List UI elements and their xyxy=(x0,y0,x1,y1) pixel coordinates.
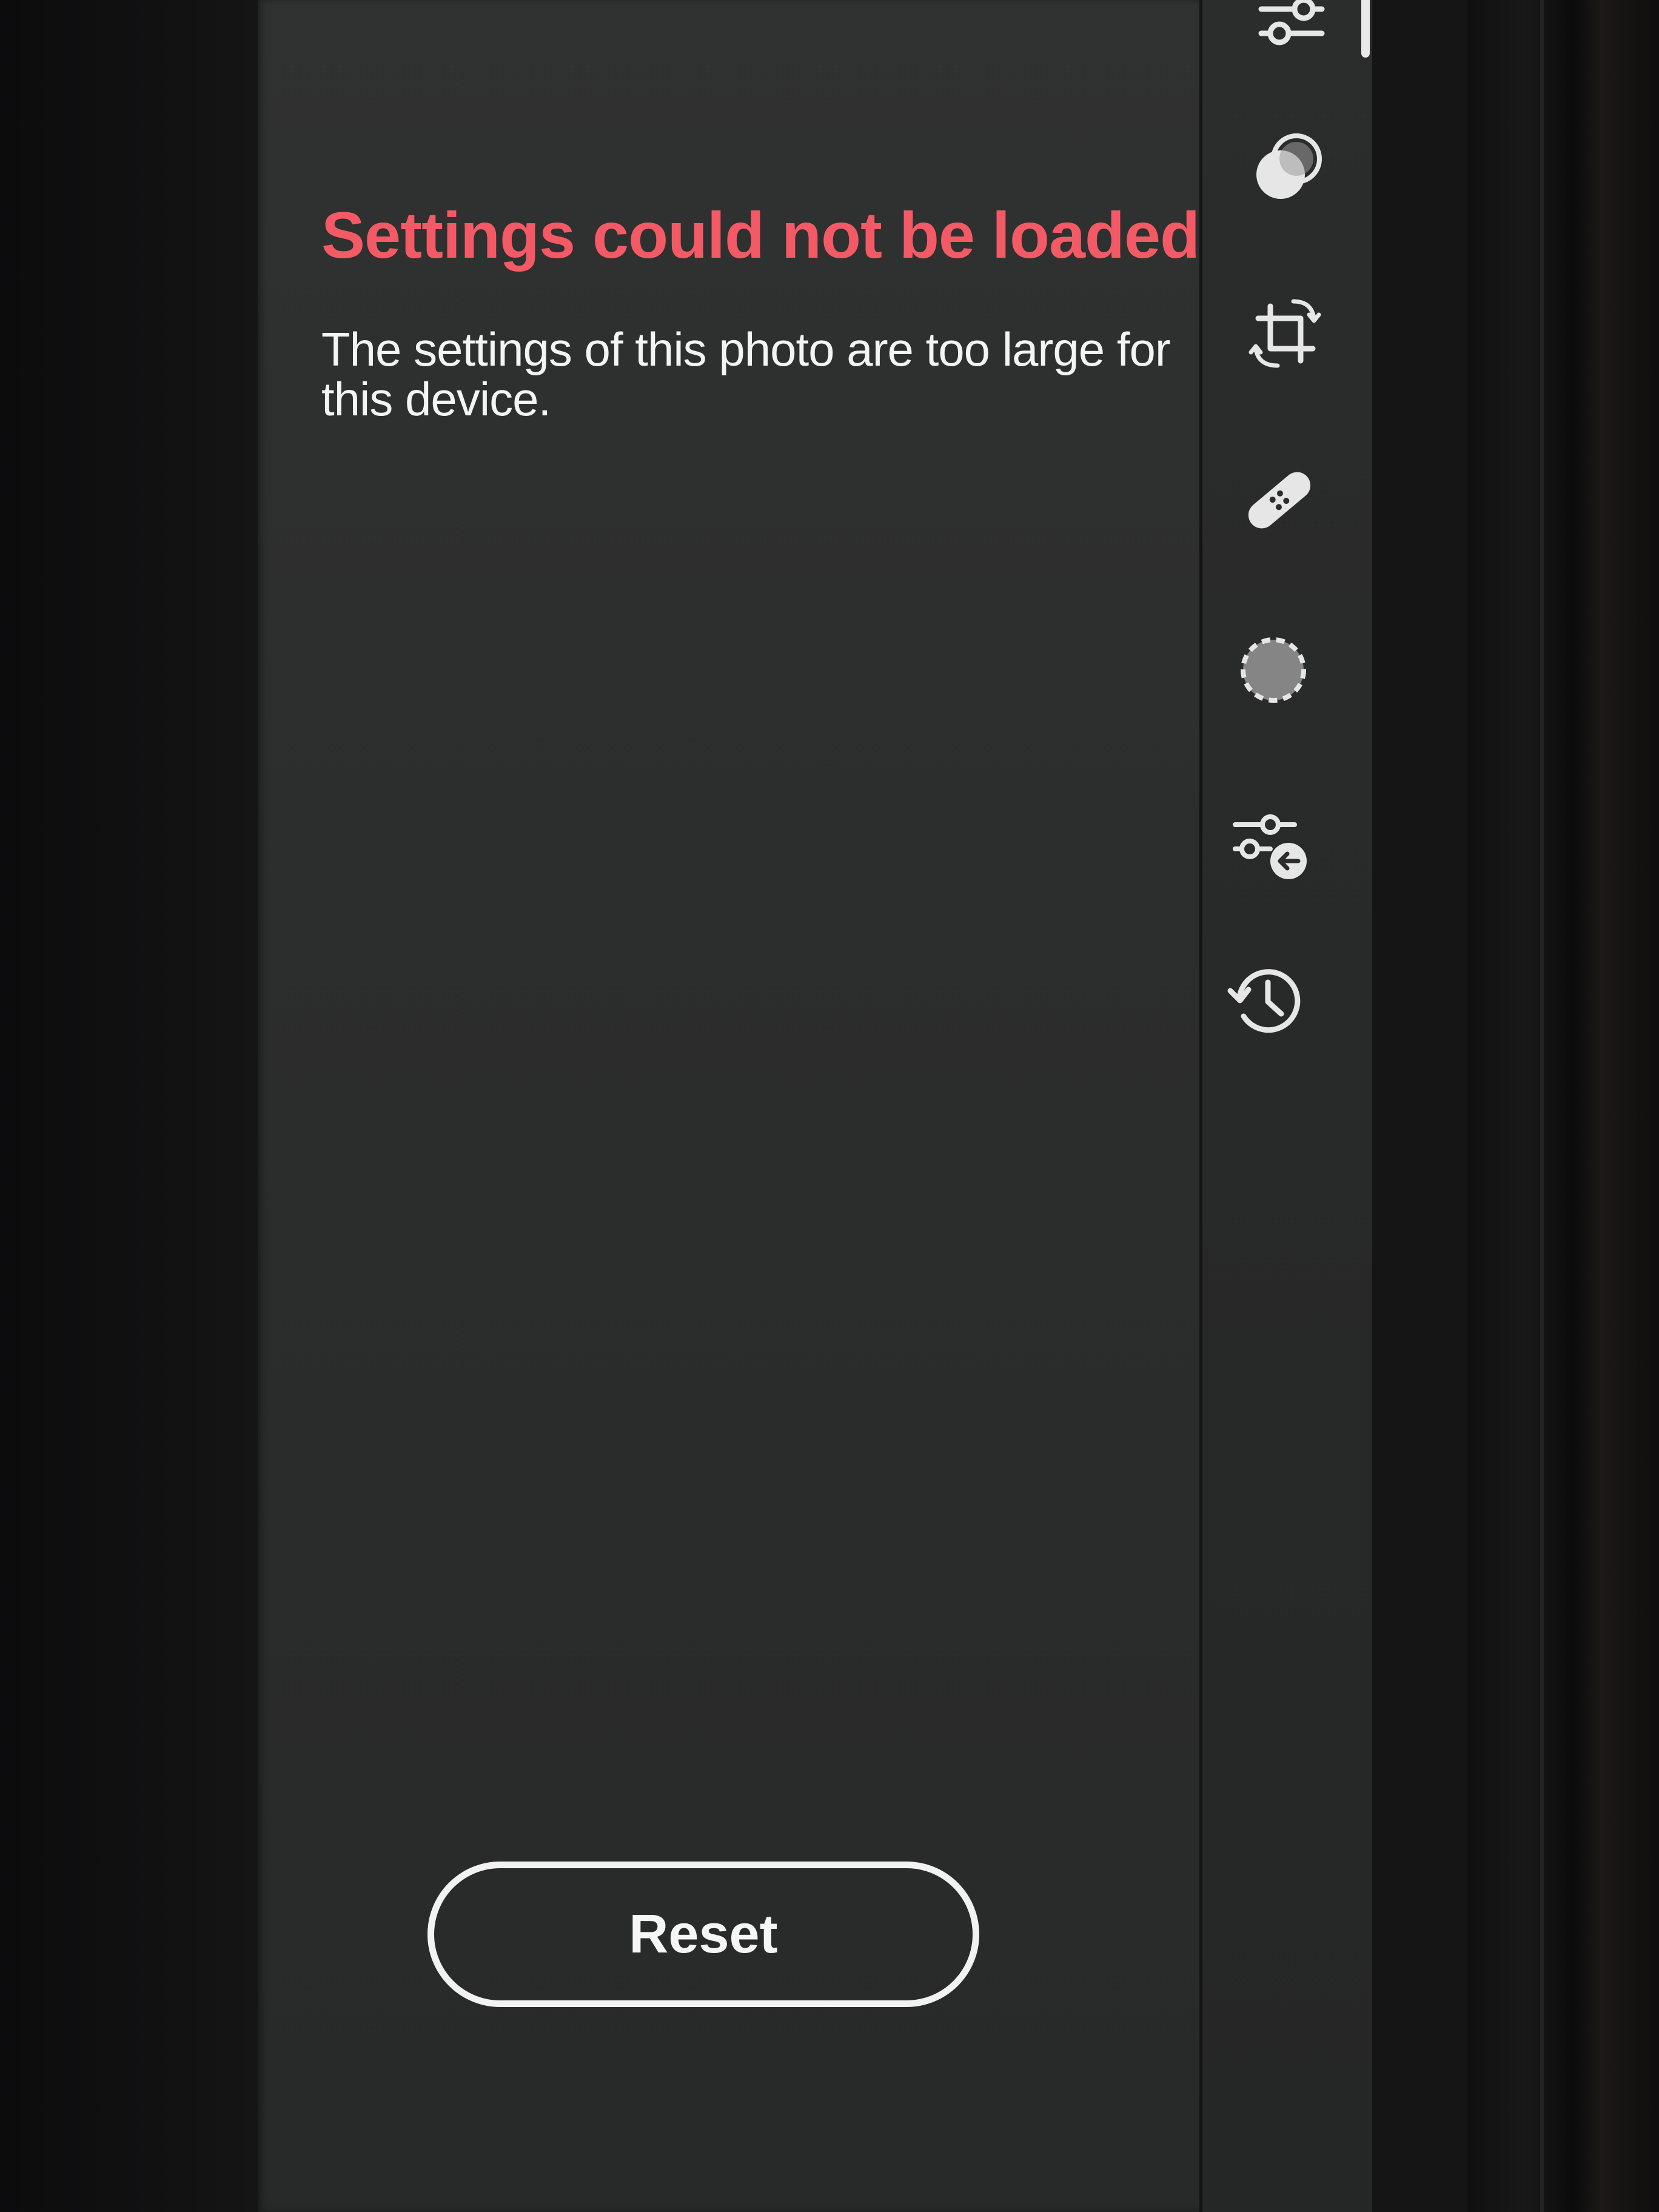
device-screen: Settings could not be loaded The setting… xyxy=(0,0,1659,2212)
adjustment-reset-icon[interactable] xyxy=(1222,794,1319,891)
device-bezel-edge xyxy=(1540,0,1544,2212)
history-icon[interactable] xyxy=(1216,952,1313,1049)
device-bezel xyxy=(1467,0,1659,2212)
healing-icon[interactable] xyxy=(1231,452,1328,549)
edit-sliders-icon[interactable] xyxy=(1243,0,1340,58)
reset-button[interactable]: Reset xyxy=(427,1862,979,2007)
error-message: The settings of this photo are too large… xyxy=(321,323,1171,426)
masking-icon[interactable] xyxy=(1225,622,1322,719)
scroll-indicator[interactable] xyxy=(1361,0,1370,58)
error-title: Settings could not be loaded xyxy=(321,198,1200,272)
presets-icon[interactable] xyxy=(1240,118,1337,215)
crop-rotate-icon[interactable] xyxy=(1237,285,1334,382)
